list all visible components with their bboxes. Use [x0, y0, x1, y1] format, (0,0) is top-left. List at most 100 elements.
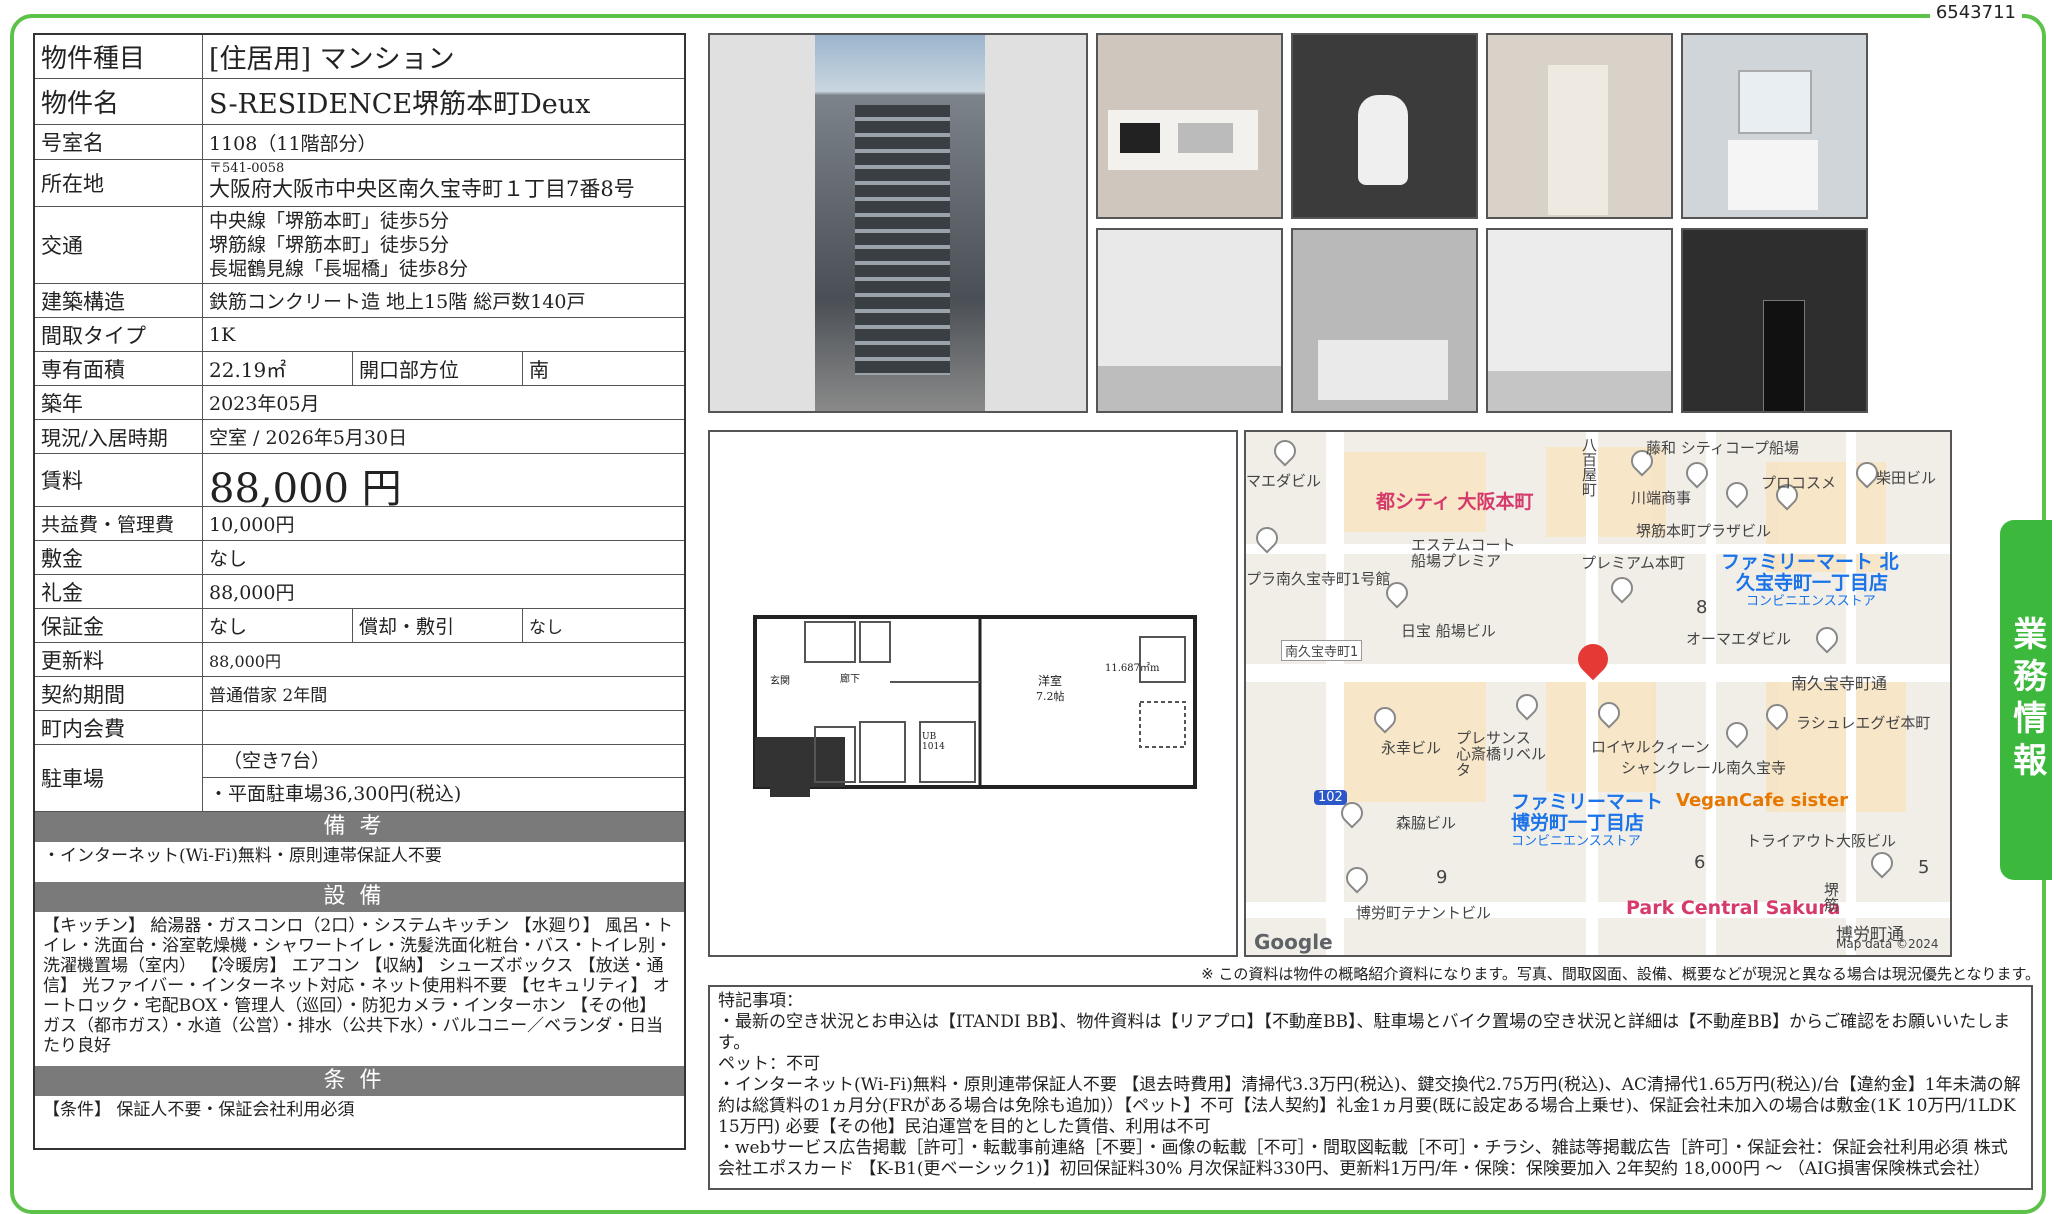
value-address: 大阪府大阪市中央区南久宝寺町１丁目7番8号	[209, 177, 635, 201]
row-type: 物件種目 [住居用] マンション	[35, 35, 684, 79]
map-label: 堺筋本町プラザビル	[1636, 522, 1772, 540]
value-mgmt: 10,000円	[209, 514, 295, 536]
label-address: 所在地	[35, 160, 203, 206]
map-label: トライアウト大阪ビル	[1746, 832, 1897, 850]
parking-price: ・平面駐車場36,300円(税込)	[209, 783, 462, 805]
row-guarantee: 保証金 なし 償却・敷引 なし	[35, 609, 684, 643]
value-room: 1108（11階部分）	[209, 132, 377, 155]
map-label: プレサンス 心斎橋リベルタ	[1456, 729, 1547, 779]
map-label: 堺筋	[1822, 882, 1840, 912]
conditions-body: 【条件】 保証人不要・保証会社利用必須	[43, 1100, 355, 1120]
map-label: プレミアム本町	[1581, 554, 1685, 572]
label-type: 物件種目	[35, 35, 203, 78]
map-label: 8	[1696, 597, 1708, 618]
map-label: 6	[1694, 852, 1706, 873]
bathroom-photo	[1291, 228, 1478, 413]
map-label: コンビニエンスストア	[1511, 834, 1641, 849]
room-photo	[1096, 228, 1283, 413]
map-label: VeganCafe sister	[1676, 790, 1848, 811]
map-label: オーマエダビル	[1686, 630, 1792, 648]
remarks-body: ・インターネット(Wi-Fi)無料・原則連帯保証人不要	[43, 846, 442, 866]
postal-code: 〒541-0058	[209, 161, 285, 176]
equipment-header: 設備	[35, 882, 684, 912]
remarks-header: 備考	[35, 812, 684, 842]
label-transit: 交通	[35, 207, 203, 283]
row-renewal: 更新料 88,000円	[35, 643, 684, 677]
map-label: 南久宝寺町1	[1281, 640, 1363, 661]
map-label: 森脇ビル	[1396, 814, 1457, 832]
map-label: エステムコート 船場プレミア	[1411, 536, 1516, 570]
transit-list: 中央線「堺筋本町」徒歩5分 堺筋線「堺筋本町」徒歩5分 長堀鶴見線「長堀橋」徒歩…	[203, 207, 684, 283]
map-label: 博労町テナントビル	[1356, 904, 1492, 922]
hall-label: 廊下	[840, 674, 860, 685]
row-deposit: 敷金 なし	[35, 541, 684, 575]
label-name: 物件名	[35, 79, 203, 124]
special-line: ・webサービス広告掲載［許可］・転載事前連絡［不要］・画像の転載［不可］・間取…	[718, 1138, 2008, 1179]
label-assoc: 町内会費	[35, 711, 203, 744]
label-guarantee: 保証金	[35, 609, 203, 642]
room-photo-2	[1486, 228, 1673, 413]
map-label: 5	[1918, 857, 1930, 878]
row-transit: 交通 中央線「堺筋本町」徒歩5分 堺筋線「堺筋本町」徒歩5分 長堀鶴見線「長堀橋…	[35, 207, 684, 284]
floor-plan-drawing	[753, 615, 1197, 797]
value-deposit: なし	[209, 548, 248, 570]
map-label: コンビニエンスストア	[1746, 594, 1876, 609]
row-parking: 駐車場 （空き7台） ・平面駐車場36,300円(税込)	[35, 745, 684, 812]
map-label: プロコスメ	[1761, 474, 1837, 492]
label-contract: 契約期間	[35, 677, 203, 710]
value-guarantee: なし	[203, 609, 353, 642]
label-mgmt: 共益費・管理費	[35, 507, 203, 540]
map-label: マエダビル	[1246, 472, 1322, 490]
label-amort: 償却・敷引	[353, 609, 523, 642]
value-status: 空室 / 2026年5月30日	[209, 427, 408, 449]
special-line: ・最新の空き状況とお申込は【ITANDI BB】、物件資料は【リアプロ】【不動産…	[718, 1012, 2011, 1053]
room-size-label: 7.2帖	[1036, 690, 1065, 703]
map-label: 南久宝寺町通	[1791, 674, 1888, 693]
label-deposit: 敷金	[35, 541, 203, 574]
map-label: プラ南久宝寺町1号館	[1246, 570, 1391, 588]
value-assoc	[203, 711, 684, 744]
value-direction: 南	[529, 358, 549, 382]
transit-line: 中央線「堺筋本町」徒歩5分	[209, 210, 450, 232]
business-info-tab[interactable]: 業務情報	[2000, 520, 2052, 880]
row-contract: 契約期間 普通借家 2年間	[35, 677, 684, 711]
row-address: 所在地 〒541-0058 大阪府大阪市中央区南久宝寺町１丁目7番8号	[35, 160, 684, 207]
transit-line: 堺筋線「堺筋本町」徒歩5分	[209, 234, 450, 256]
google-logo: Google	[1254, 930, 1333, 954]
label-keymoney: 礼金	[35, 575, 203, 608]
label-renewal: 更新料	[35, 643, 203, 676]
row-built: 築年 2023年05月	[35, 386, 684, 420]
label-status: 現況/入居時期	[35, 420, 203, 453]
dimension-label: 11.687㎡m	[1105, 663, 1160, 674]
disclaimer-note: ※ この資料は物件の概略紹介資料になります。写真、間取図面、設備、概要などが現況…	[1201, 965, 2040, 983]
value-type: [住居用] マンション	[209, 44, 455, 75]
map-label: 八百屋町	[1580, 437, 1598, 497]
entrance-label: 玄関	[770, 676, 790, 687]
map-attribution: Map data ©2024	[1836, 937, 1939, 951]
row-structure: 建築構造 鉄筋コンクリート造 地上15階 総戸数140戸	[35, 284, 684, 318]
row-layout: 間取タイプ 1K	[35, 318, 684, 352]
value-rent: 88,000 円	[209, 466, 402, 512]
special-line: 特記事項：	[718, 991, 803, 1011]
special-line: ・インターネット(Wi-Fi)無料・原則連帯保証人不要 【退去時費用】清掃代3.…	[718, 1075, 2021, 1137]
unit-bath-label: UB 1014	[922, 732, 945, 752]
location-map[interactable]: マエダビル 都シティ 大阪本町 藤和 シティコープ船場 川端商事 プロコスメ 柴…	[1244, 430, 1952, 957]
label-direction: 開口部方位	[353, 352, 523, 385]
kitchen-photo	[1096, 33, 1283, 219]
row-status: 現況/入居時期 空室 / 2026年5月30日	[35, 420, 684, 454]
equipment-body: 【キッチン】 給湯器・ガスコンロ（2口）・システムキッチン 【水廻り】 風呂・ト…	[43, 916, 674, 1056]
label-parking: 駐車場	[35, 745, 203, 811]
map-label: 9	[1436, 867, 1448, 888]
label-rent: 賃料	[35, 454, 203, 506]
row-name: 物件名 S-RESIDENCE堺筋本町Deux	[35, 79, 684, 125]
map-label: 川端商事	[1631, 489, 1692, 507]
value-structure: 鉄筋コンクリート造 地上15階 総戸数140戸	[209, 291, 586, 313]
map-label: 柴田ビル	[1876, 469, 1937, 487]
toilet-photo	[1291, 33, 1478, 219]
special-line: ペット：不可	[718, 1054, 820, 1074]
map-label: 永幸ビル	[1381, 739, 1442, 757]
map-label: 日宝 船場ビル	[1401, 622, 1496, 640]
special-notes: 特記事項： ・最新の空き状況とお申込は【ITANDI BB】、物件資料は【リアプ…	[708, 985, 2033, 1190]
map-label: シャンクレール南久宝寺	[1621, 759, 1787, 777]
property-table: 物件種目 [住居用] マンション 物件名 S-RESIDENCE堺筋本町Deux…	[33, 33, 686, 1150]
